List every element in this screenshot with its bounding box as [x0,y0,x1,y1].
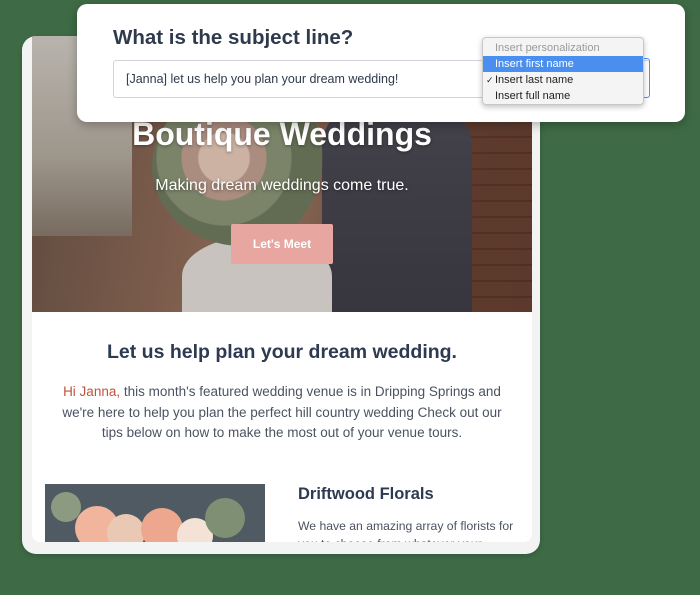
lets-meet-button[interactable]: Let's Meet [231,224,333,264]
greeting-personalized: Hi Janna, [63,384,121,399]
personalization-select[interactable] [643,58,650,98]
foliage-shape [205,498,245,538]
dropdown-placeholder: Insert personalization [495,42,600,54]
option-insert-first-name[interactable]: Insert first name [483,56,643,72]
flower-shape [107,514,145,542]
foliage-shape [51,492,81,522]
section-title: Driftwood Florals [298,485,434,503]
personalization-dropdown[interactable]: Insert personalization Insert first name… [482,37,644,105]
email-body: Hi Janna, this month's featured wedding … [54,382,510,444]
option-insert-last-name[interactable]: ✓ Insert last name [483,72,643,88]
option-label: Insert last name [495,74,574,86]
option-insert-full-name[interactable]: Insert full name [483,88,643,104]
subject-line-label: What is the subject line? [113,26,354,49]
hero-tagline: Making dream weddings come true. [155,177,409,194]
stage: Boutique Weddings Making dream weddings … [0,0,700,595]
checkmark-icon: ✓ [486,75,494,85]
email-body-text: this month's featured wedding venue is i… [62,384,502,440]
email-heading: Let us help plan your dream wedding. [107,341,457,363]
florals-photo [45,484,265,542]
section-text: We have an amazing array of florists for… [298,519,514,542]
